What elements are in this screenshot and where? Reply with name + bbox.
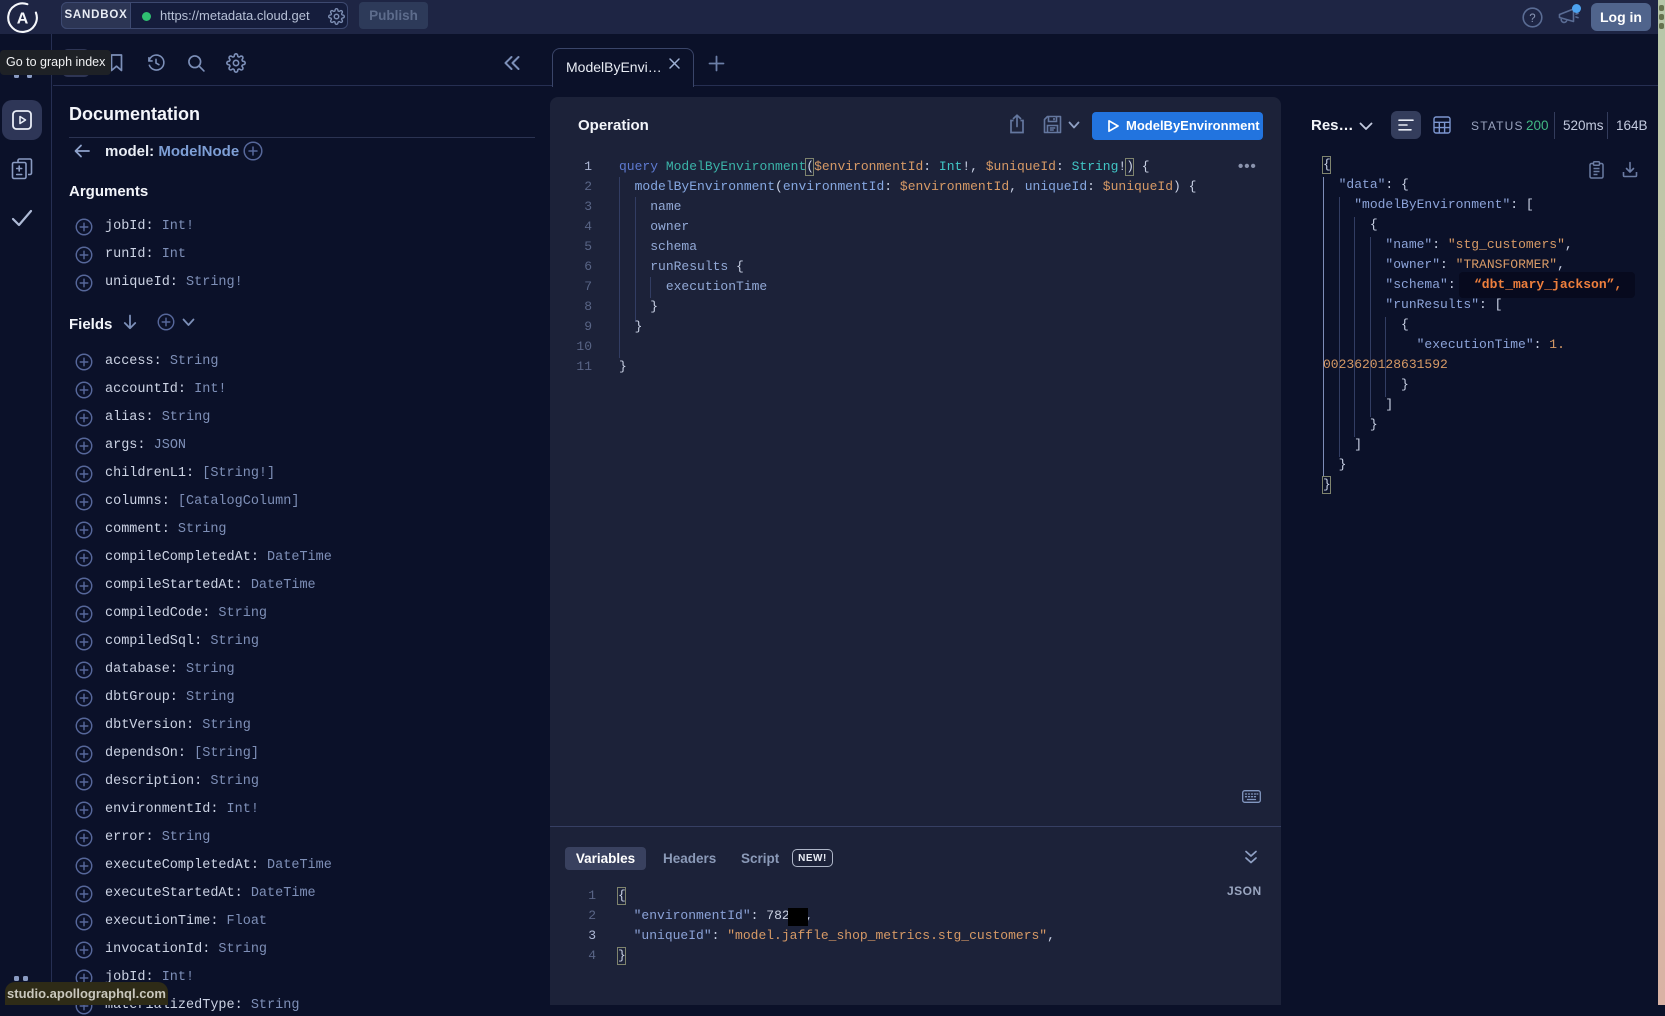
svg-text:?: ?: [1529, 13, 1535, 25]
svg-text:A: A: [17, 11, 29, 28]
